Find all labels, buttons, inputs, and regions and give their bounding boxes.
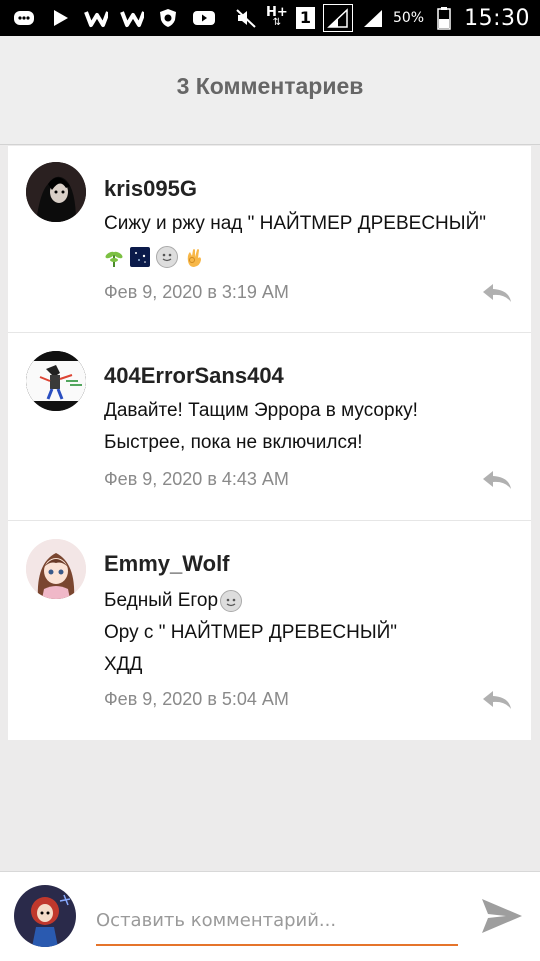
comment-input[interactable] <box>96 896 458 946</box>
night-sky-emoji-icon <box>130 247 150 267</box>
comment-text: Бедный Егор Ору с " НАЙТМЕР ДРЕВЕСНЫЙ" Х… <box>104 585 397 681</box>
clock: 15:30 <box>464 5 530 31</box>
youtube-icon <box>192 6 216 30</box>
comment-author[interactable]: 404ErrorSans404 <box>104 363 284 389</box>
comment-text-line: Бедный Егор <box>104 590 219 611</box>
comment-text-line: Ору с " НАЙТМЕР ДРЕВЕСНЫЙ" <box>104 622 398 643</box>
page-title: 3 Комментариев <box>176 72 364 99</box>
ok-hand-emoji-icon <box>184 247 204 267</box>
comment-author[interactable]: Emmy_Wolf <box>104 551 230 577</box>
comments-list: kris095G Сижу и ржу над " НАЙТМЕР ДРЕВЕС… <box>8 146 531 740</box>
mute-icon <box>234 6 258 30</box>
avatar[interactable] <box>26 351 86 411</box>
comment-emojis <box>104 244 210 270</box>
slight-smile-emoji-icon <box>156 246 178 268</box>
status-bar: H+ ⇅ 1 50% 15:30 <box>0 0 540 36</box>
send-icon <box>482 899 522 933</box>
comment-text: Давайте! Тащим Эррора в мусорку! Быстрее… <box>104 400 418 453</box>
comment-date: Фев 9, 2020 в 3:19 AM <box>104 282 289 302</box>
signal-icon <box>322 4 353 32</box>
system-icons: H+ ⇅ 1 50% 15:30 <box>234 4 530 32</box>
shield-app-icon <box>156 6 180 30</box>
reply-icon[interactable] <box>481 282 513 304</box>
chat-notification-icon <box>12 6 36 30</box>
comment-item: Emmy_Wolf Бедный Егор Ору с " НАЙТМЕР ДР… <box>8 520 531 741</box>
notification-icons <box>12 6 216 30</box>
comment-text: Сижу и ржу над " НАЙТМЕР ДРЕВЕСНЫЙ" <box>104 213 486 234</box>
comment-composer <box>0 871 540 961</box>
comment-date: Фев 9, 2020 в 4:43 AM <box>104 469 289 489</box>
data-arrows-icon: ⇅ <box>272 17 282 28</box>
reply-icon[interactable] <box>481 469 513 491</box>
wattpad-icon-2 <box>120 6 144 30</box>
signal-icon-2 <box>361 6 385 30</box>
comment-item: 404ErrorSans404 Давайте! Тащим Эррора в … <box>8 332 531 521</box>
user-avatar[interactable] <box>14 885 76 947</box>
reply-icon[interactable] <box>481 689 513 711</box>
comment-author[interactable]: kris095G <box>104 176 197 202</box>
network-type-indicator: H+ ⇅ <box>266 6 288 28</box>
play-store-icon <box>48 6 72 30</box>
comment-item: kris095G Сижу и ржу над " НАЙТМЕР ДРЕВЕС… <box>8 146 531 332</box>
wattpad-icon <box>84 6 108 30</box>
sim-slot-badge: 1 <box>295 7 315 29</box>
comment-text-line: ХДД <box>104 654 143 675</box>
battery-icon <box>432 6 456 30</box>
seedling-emoji-icon <box>104 247 124 267</box>
battery-percent: 50% <box>392 10 425 26</box>
slight-smile-emoji-icon <box>220 589 243 612</box>
avatar[interactable] <box>26 539 86 599</box>
comment-date: Фев 9, 2020 в 5:04 AM <box>104 689 289 709</box>
comments-header: 3 Комментариев <box>0 36 540 145</box>
send-button[interactable] <box>480 896 524 936</box>
avatar[interactable] <box>26 162 86 222</box>
